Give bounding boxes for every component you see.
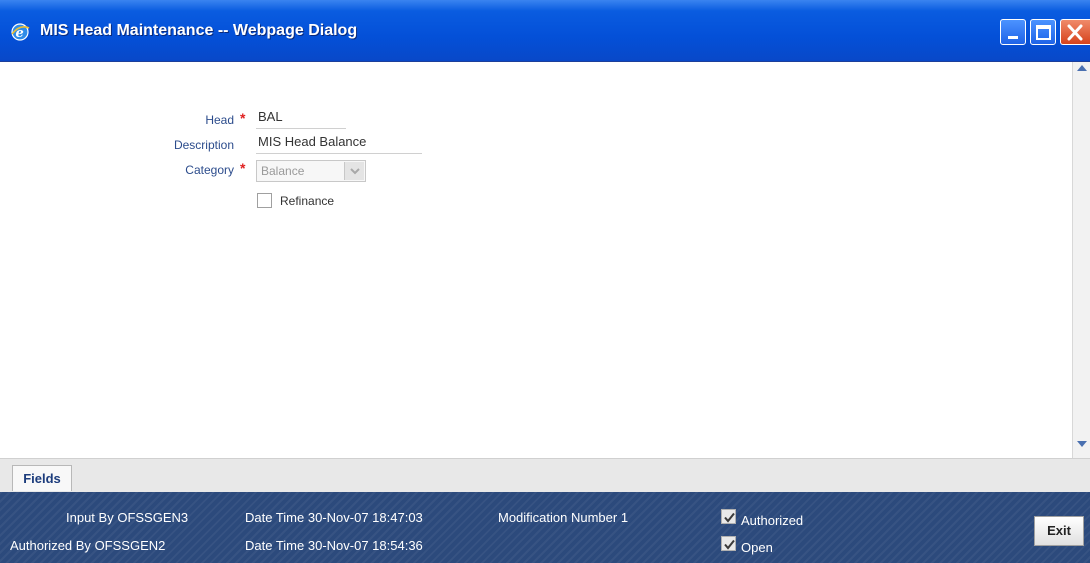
category-required-mark: * [240, 160, 246, 176]
refinance-checkbox[interactable] [257, 193, 272, 208]
open-label: Open [741, 540, 773, 555]
minimize-button[interactable] [1000, 19, 1026, 45]
description-value: MIS Head Balance [258, 134, 367, 149]
head-field[interactable]: BAL [256, 109, 346, 129]
check-icon [724, 539, 735, 550]
chevron-down-icon [350, 168, 360, 175]
auth-datetime-value: 30-Nov-07 18:54:36 [307, 538, 423, 553]
description-field[interactable]: MIS Head Balance [256, 134, 422, 154]
input-by-label: Input By [66, 510, 114, 525]
audit-footer: Input By OFSSGEN3 Date Time 30-Nov-07 18… [0, 492, 1090, 563]
category-dropdown-button[interactable] [344, 162, 364, 180]
window-title: MIS Head Maintenance -- Webpage Dialog [40, 22, 358, 39]
auth-datetime-label: Date Time [245, 538, 305, 553]
title-bar: e MIS Head Maintenance -- Webpage Dialog [0, 0, 1090, 62]
authorized-by-value: OFSSGEN2 [94, 538, 166, 553]
maximize-icon [1036, 25, 1051, 40]
category-label: Category [185, 163, 234, 177]
input-datetime-value: 30-Nov-07 18:47:03 [307, 510, 423, 525]
close-button[interactable] [1060, 19, 1090, 45]
authorized-label: Authorized [741, 513, 804, 528]
description-label: Description [173, 138, 234, 152]
check-icon [724, 512, 735, 523]
authorized-by-label: Authorized By [10, 538, 91, 553]
vertical-scrollbar[interactable] [1072, 62, 1090, 458]
head-required-mark: * [240, 110, 246, 126]
scroll-up-icon[interactable] [1076, 62, 1088, 72]
exit-button[interactable]: Exit [1034, 516, 1084, 546]
modification-label: Modification Number [498, 510, 618, 525]
head-value: BAL [258, 109, 283, 124]
refinance-label: Refinance [280, 194, 335, 208]
category-select[interactable]: Balance [256, 160, 366, 182]
input-by-value: OFSSGEN3 [117, 510, 189, 525]
authorized-checkbox [721, 509, 736, 524]
input-datetime-label: Date Time [245, 510, 305, 525]
minimize-icon [1008, 36, 1018, 39]
maximize-button[interactable] [1030, 19, 1056, 45]
category-value: Balance [261, 164, 305, 178]
ie-icon: e [10, 22, 30, 42]
modification-value: 1 [620, 510, 629, 525]
head-label: Head [205, 113, 234, 127]
tab-fields[interactable]: Fields [12, 465, 72, 491]
open-checkbox [721, 536, 736, 551]
tab-strip: Fields [0, 458, 1090, 492]
scroll-down-icon[interactable] [1076, 438, 1088, 448]
close-icon [1067, 24, 1083, 41]
